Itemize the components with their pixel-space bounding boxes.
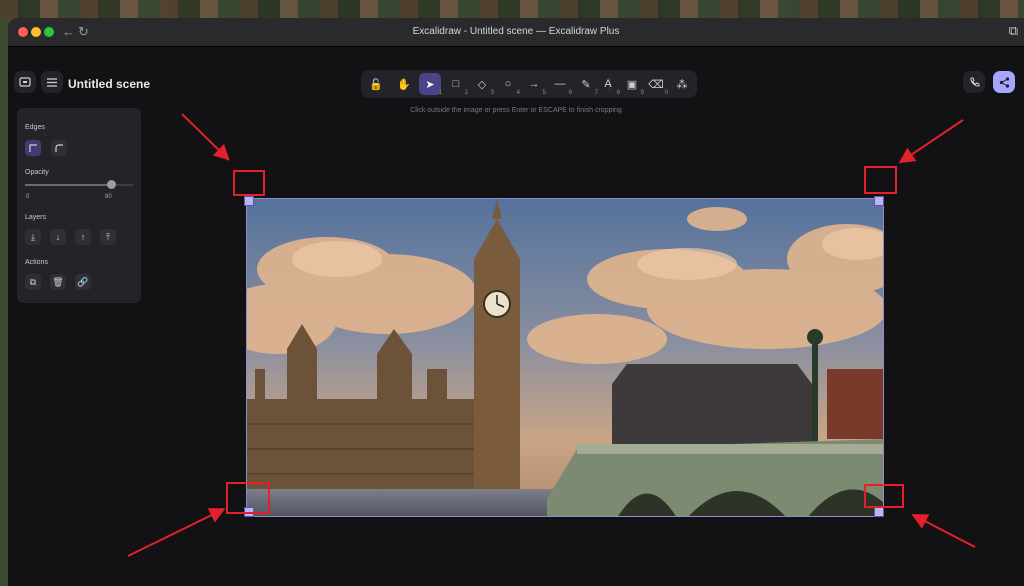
arrow-bottom-left: [127, 508, 226, 557]
arrow-bottom-right: [911, 514, 976, 548]
annotation-arrows: [127, 113, 976, 557]
arrow-top-right: [898, 119, 964, 164]
arrow-top-left: [181, 113, 230, 161]
